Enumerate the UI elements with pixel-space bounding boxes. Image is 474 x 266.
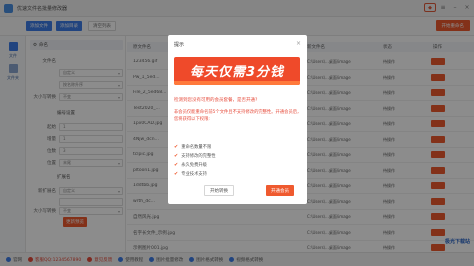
benefit-label: 专业技术支持 bbox=[181, 171, 207, 177]
promo-banner: 每天仅需3分钱 bbox=[174, 57, 300, 85]
check-icon: ✔ bbox=[174, 170, 179, 177]
benefit-label: 支持修改的完整性 bbox=[181, 153, 216, 159]
open-vip-button[interactable]: 开通会员 bbox=[266, 185, 294, 196]
dialog-lead-text: 检测到您没有可用的会员套餐，是否开通? bbox=[174, 98, 258, 103]
benefit-item: ✔ 永久免费升级 bbox=[174, 160, 302, 169]
benefit-item: ✔ 专业技术支持 bbox=[174, 169, 302, 178]
promo-stripe bbox=[174, 81, 300, 85]
vip-prompt-dialog: 提示 × 每天仅需3分钱 检测到您没有可用的会员套餐，是否开通? 非会员仅能重命… bbox=[168, 35, 307, 204]
dialog-description: 非会员仅能重命名前5个文件且不支持修改的完整性。开通会员后，您将获得以下权限: bbox=[174, 110, 302, 122]
close-icon[interactable]: × bbox=[296, 40, 301, 47]
check-icon: ✔ bbox=[174, 161, 179, 168]
promo-text: 每天仅需3分钱 bbox=[189, 65, 285, 80]
continue-convert-button[interactable]: 开始转换 bbox=[204, 185, 234, 196]
benefit-item: ✔ 支持修改的完整性 bbox=[174, 151, 302, 160]
benefit-label: 重命名数量不限 bbox=[181, 144, 212, 150]
benefit-label: 永久免费升级 bbox=[181, 162, 207, 168]
benefit-list: ✔ 重命名数量不限 ✔ 支持修改的完整性 ✔ 永久免费升级 ✔ 专业技术支持 bbox=[174, 142, 302, 178]
check-icon: ✔ bbox=[174, 152, 179, 159]
dialog-title: 提示 bbox=[174, 42, 185, 48]
benefit-item: ✔ 重命名数量不限 bbox=[174, 142, 302, 151]
check-icon: ✔ bbox=[174, 143, 179, 150]
